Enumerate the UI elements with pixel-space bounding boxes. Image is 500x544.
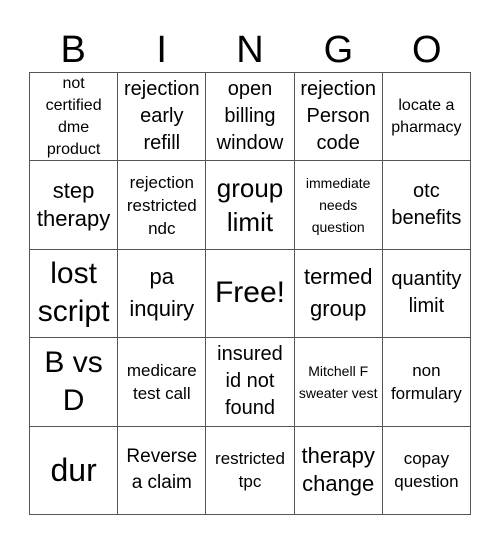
bingo-cell[interactable]: pa inquiry (118, 249, 207, 339)
bingo-cell[interactable]: Reverse a claim (118, 426, 207, 515)
bingo-cell[interactable]: locate a pharmacy (382, 73, 471, 162)
cell-text: not certified dme product (45, 74, 102, 158)
cell-text: therapy change (301, 443, 375, 497)
cell-text: step therapy (36, 178, 111, 232)
bingo-cell[interactable]: restricted tpc (206, 426, 295, 515)
cell-text: open billing window (216, 78, 284, 155)
bingo-header: B I N G O (29, 28, 471, 72)
bingo-cell[interactable]: otc benefits (382, 161, 471, 250)
header-letter-i: I (156, 29, 167, 71)
cell-text: otc benefits (391, 180, 462, 230)
cell-text: restricted tpc (215, 449, 285, 492)
bingo-cell[interactable]: copay question (382, 426, 471, 515)
header-letter-o: O (412, 29, 442, 71)
cell-text: rejection early refill (123, 78, 200, 155)
bingo-cell[interactable]: step therapy (30, 161, 119, 250)
bingo-cell[interactable]: non formulary (382, 338, 471, 427)
bingo-cell[interactable]: not certified dme product (30, 73, 119, 162)
header-letter-n: N (236, 29, 264, 71)
cell-text: medicare test call (126, 360, 197, 403)
cell-text: locate a pharmacy (391, 96, 462, 136)
cell-text: insured id not found (217, 343, 283, 420)
cell-text: copay question (394, 449, 459, 492)
cell-text: rejection restricted ndc (126, 172, 197, 238)
bingo-cell[interactable]: dur (30, 426, 119, 515)
cell-text: Free! (214, 276, 285, 310)
bingo-cell[interactable]: rejection restricted ndc (118, 161, 207, 250)
bingo-cell[interactable]: immediate needs question (294, 161, 383, 250)
bingo-cell[interactable]: rejection Person code (294, 73, 383, 162)
cell-text: group limit (216, 173, 284, 238)
header-letter-b: B (60, 29, 86, 71)
cell-text: Mitchell F sweater vest (298, 362, 378, 401)
bingo-cell[interactable]: quantity limit (382, 249, 471, 339)
cell-text: immediate needs question (305, 175, 371, 236)
free-space[interactable]: Free! (206, 249, 295, 339)
bingo-cell[interactable]: medicare test call (118, 338, 207, 427)
bingo-cell[interactable]: rejection early refill (118, 73, 207, 162)
bingo-cell[interactable]: therapy change (294, 426, 383, 515)
header-letter-g: G (323, 29, 354, 71)
bingo-cell[interactable]: Mitchell F sweater vest (294, 338, 383, 427)
cell-text: rejection Person code (300, 78, 376, 155)
cell-text: termed group (303, 264, 373, 322)
bingo-cell[interactable]: termed group (294, 249, 383, 339)
cell-text: pa inquiry (129, 264, 195, 322)
cell-text: Reverse a claim (126, 446, 198, 494)
cell-text: dur (50, 452, 97, 489)
cell-text: quantity limit (391, 268, 462, 318)
bingo-cell[interactable]: insured id not found (206, 338, 295, 427)
cell-text: non formulary (390, 360, 462, 403)
bingo-grid: not certified dme product rejection earl… (29, 72, 471, 515)
bingo-cell[interactable]: B vs D (30, 338, 119, 427)
bingo-cell[interactable]: lost script (30, 249, 119, 339)
cell-text: B vs D (44, 345, 103, 417)
bingo-cell[interactable]: group limit (206, 161, 295, 250)
cell-text: lost script (37, 257, 110, 329)
bingo-cell[interactable]: open billing window (206, 73, 295, 162)
